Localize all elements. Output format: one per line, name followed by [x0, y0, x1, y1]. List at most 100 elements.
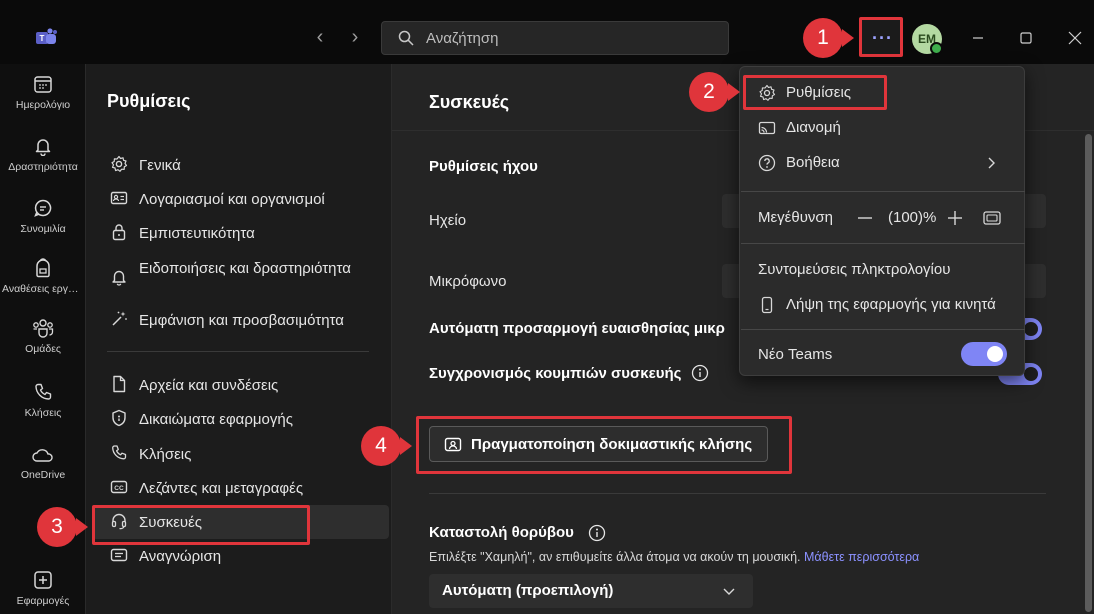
audio-settings-heading: Ρυθμίσεις ήχου [429, 158, 538, 175]
rail-item-assignments[interactable]: Αναθέσεις εργασιών [0, 258, 86, 318]
zoom-out-icon[interactable] [856, 210, 874, 226]
rail-item-calls[interactable]: Κλήσεις [0, 382, 86, 442]
noise-help-text: Επιλέξτε "Χαμηλή", αν επιθυμείτε άλλα άτ… [429, 550, 919, 564]
nav-item-recognition[interactable]: Αναγνώριση [107, 546, 387, 568]
nav-item-general[interactable]: Γενικά [107, 155, 387, 177]
nav-item-label: Αναγνώριση [139, 548, 222, 565]
svg-text:T: T [40, 34, 45, 43]
menu-item-help[interactable]: Βοήθεια [740, 147, 1024, 179]
menu-item-label: Συντομεύσεις πληκτρολογίου [758, 261, 951, 278]
section-divider [429, 493, 1046, 494]
bell-icon [35, 139, 51, 156]
zoom-label: Μεγέθυνση [758, 209, 834, 226]
nav-item-calls[interactable]: Κλήσεις [107, 444, 387, 466]
noise-dropdown-value: Αυτόματη (προεπιλογή) [442, 582, 614, 599]
rail-item-onedrive[interactable]: OneDrive [0, 446, 86, 506]
nav-item-label: Λεζάντες και μεταγραφές [139, 480, 304, 497]
bell-icon [112, 270, 126, 286]
noise-help-description: Επιλέξτε "Χαμηλή", αν επιθυμείτε άλλα άτ… [429, 550, 801, 564]
nav-item-label: Δικαιώματα εφαρμογής [139, 411, 293, 428]
rail-item-calendar[interactable]: Ημερολόγιο [0, 74, 86, 134]
magic-wand-icon [112, 311, 127, 326]
svg-text:CC: CC [114, 485, 124, 492]
menu-item-zoom: Μεγέθυνση (100)% [740, 202, 1024, 234]
presence-available-icon [930, 42, 943, 55]
phone-icon [112, 445, 127, 460]
page-title: Συσκευές [429, 92, 510, 112]
search-box[interactable] [381, 21, 729, 55]
rail-label: Συνομιλία [20, 223, 66, 235]
search-input[interactable] [426, 26, 716, 50]
rail-label: Κλήσεις [24, 407, 62, 419]
add-app-icon [34, 571, 52, 589]
settings-title: Ρυθμίσεις [107, 91, 191, 111]
lock-icon [112, 224, 126, 241]
nav-item-label: Ειδοποιήσεις και δραστηριότητα [139, 260, 351, 277]
menu-item-mobile-app[interactable]: Λήψη της εφαρμογής για κινητά [740, 289, 1024, 321]
search-icon [398, 30, 414, 46]
forward-arrow-icon[interactable]: › [345, 26, 365, 48]
nav-item-files[interactable]: Αρχεία και συνδέσεις [107, 375, 387, 397]
menu-item-cast[interactable]: Διανομή [740, 112, 1024, 144]
nav-item-label: Λογαριασμοί και οργανισμοί [139, 191, 325, 208]
menu-separator [741, 191, 1025, 192]
learn-more-link[interactable]: Μάθετε περισσότερα [804, 550, 919, 564]
annotation-arrow [728, 83, 740, 101]
ellipsis-icon: ··· [872, 28, 893, 48]
cast-icon [758, 121, 776, 135]
nav-item-label: Εμπιστευτικότητα [139, 225, 255, 242]
annotation-step-1: 1 [803, 18, 843, 58]
nav-item-app-permissions[interactable]: Δικαιώματα εφαρμογής [107, 409, 387, 431]
noise-suppression-heading: Καταστολή θορύβου [429, 524, 574, 541]
rail-label: Ημερολόγιο [15, 99, 71, 111]
back-arrow-icon[interactable]: ‹ [310, 26, 330, 48]
scrollbar[interactable] [1085, 134, 1092, 612]
new-teams-toggle[interactable] [961, 342, 1007, 366]
more-options-button[interactable]: ··· [859, 17, 903, 57]
rail-item-activity[interactable]: Δραστηριότητα [0, 136, 86, 196]
noise-suppression-dropdown[interactable]: Αυτόματη (προεπιλογή) [429, 574, 753, 608]
annotation-arrow [76, 518, 88, 536]
phone-icon [35, 383, 52, 400]
toggle-knob [987, 346, 1003, 362]
rail-item-teams[interactable]: Ομάδες [0, 318, 86, 378]
zoom-in-icon[interactable] [946, 209, 964, 227]
menu-separator [741, 329, 1025, 330]
rail-item-chat[interactable]: Συνομιλία [0, 198, 86, 258]
zoom-value: (100)% [888, 209, 937, 226]
chat-icon [34, 199, 52, 217]
rail-label: Δραστηριότητα [8, 161, 78, 173]
info-icon[interactable] [588, 524, 606, 542]
nav-item-captions[interactable]: CC Λεζάντες και μεταγραφές [107, 478, 387, 500]
chevron-right-icon [988, 157, 995, 169]
annotation-highlight-test-call [416, 416, 792, 474]
chevron-down-icon [723, 588, 735, 595]
maximize-icon[interactable] [1011, 24, 1041, 52]
fit-screen-icon[interactable] [982, 210, 1002, 226]
nav-item-label: Κλήσεις [139, 446, 192, 463]
nav-item-label: Γενικά [139, 157, 181, 174]
rail-label: Εφαρμογές [16, 595, 70, 607]
info-icon[interactable] [691, 364, 709, 382]
more-options-menu: Ρυθμίσεις Διανομή Βοήθεια Μεγέθυνση (100… [739, 66, 1025, 376]
rail-label: Ομάδες [25, 343, 61, 355]
nav-divider [107, 351, 369, 352]
sync-buttons-label: Συγχρονισμός κουμπιών συσκευής [429, 365, 682, 382]
nav-item-privacy[interactable]: Εμπιστευτικότητα [107, 223, 387, 245]
file-icon [113, 375, 126, 393]
nav-item-appearance[interactable]: Εμφάνιση και προσβασιμότητα [107, 310, 387, 332]
annotation-highlight-devices [92, 505, 310, 545]
feedback-icon [110, 548, 128, 562]
annotation-step-2: 2 [689, 72, 729, 112]
menu-item-shortcuts[interactable]: Συντομεύσεις πληκτρολογίου [740, 254, 1024, 286]
teams-logo-icon[interactable]: T [36, 28, 58, 48]
rail-item-apps[interactable]: Εφαρμογές [0, 570, 86, 614]
toggle-knob [1024, 367, 1038, 381]
minimize-icon[interactable] [963, 24, 993, 52]
nav-item-notifications[interactable]: Ειδοποιήσεις και δραστηριότητα [107, 258, 387, 302]
nav-item-accounts[interactable]: Λογαριασμοί και οργανισμοί [107, 189, 387, 211]
microphone-label: Μικρόφωνο [429, 273, 507, 290]
close-icon[interactable] [1060, 24, 1090, 52]
rail-label: Αναθέσεις εργασιών [2, 283, 86, 295]
cloud-icon [32, 449, 53, 462]
